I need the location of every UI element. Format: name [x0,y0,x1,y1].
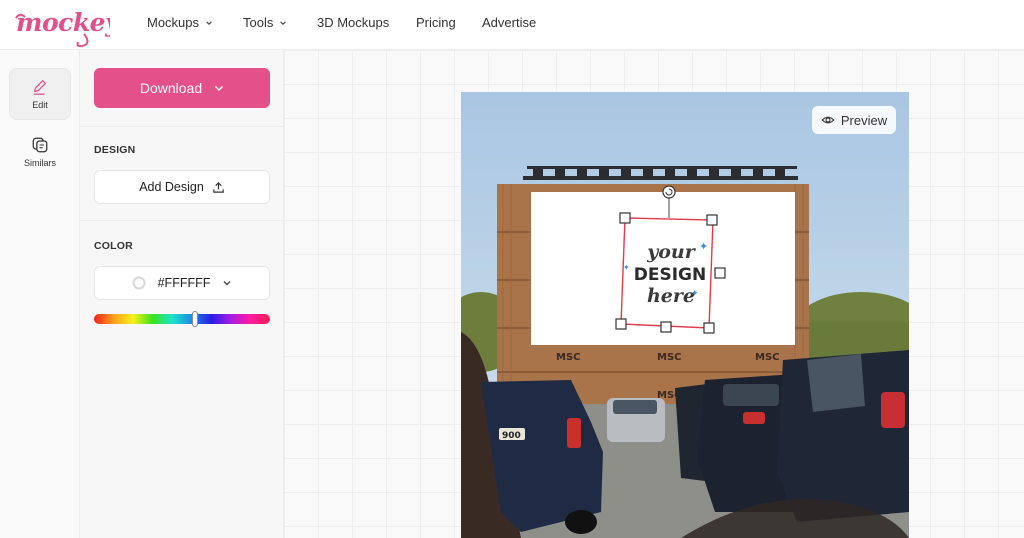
nav-pricing-label: Pricing [416,15,456,30]
color-heading: COLOR [94,240,133,252]
nav-3d-mockups[interactable]: 3D Mockups [317,15,389,30]
logo-wordmark: mockey [16,8,110,37]
preview-label: Preview [840,112,888,128]
container-logo: MSC [755,352,780,363]
design-line-3: here [647,285,695,307]
add-design-label: Add Design [139,180,204,194]
add-design-button[interactable]: Add Design [94,170,270,204]
color-select[interactable]: #FFFFFF [94,266,270,300]
mockup-canvas: MSC MSC MSC MSC your DESIGN here ✦ ✦ ✦ 9… [284,50,1024,538]
nav-tools[interactable]: Tools [243,15,287,30]
chevron-down-icon [215,85,224,92]
container-logo: MSC [556,352,581,363]
nav-mockups-label: Mockups [147,15,200,30]
nav-tools-label: Tools [243,15,274,30]
nav-advertise[interactable]: Advertise [482,15,536,30]
resize-handle-icon [619,212,631,224]
tool-rail: Edit Similars [0,50,80,538]
nav-3d-mockups-label: 3D Mockups [317,15,390,30]
divider [80,126,284,127]
drive-in-billboard-scene: MSC MSC MSC MSC your DESIGN here ✦ ✦ ✦ 9… [461,92,909,538]
rail-edit-button[interactable]: Edit [9,68,71,120]
container-logo: MSC [657,352,682,363]
resize-handle-icon [706,214,718,226]
top-navbar: mockey Mockups Tools 3D Mockups Pricing … [0,0,1024,50]
hue-slider[interactable] [94,314,270,324]
sparkle-icon: ✦ [691,288,699,298]
design-line-2: DESIGN [634,265,706,285]
download-label: Download [139,80,203,96]
hue-slider-handle[interactable] [192,311,198,327]
chevron-down-icon [206,20,212,25]
nav-mockups[interactable]: Mockups [147,15,213,30]
preview-button[interactable]: Preview [812,106,896,134]
resize-handle-icon [703,322,715,334]
sparkle-icon: ✦ [623,263,630,272]
chevron-down-icon [280,20,287,25]
rotate-handle-icon [662,185,676,199]
rail-edit-label: Edit [32,100,48,110]
chevron-down-icon [223,281,231,286]
resize-handle-icon [660,321,672,333]
resize-handle-icon [714,267,726,279]
sparkle-icon: ✦ [699,241,708,253]
upload-icon [213,181,224,193]
edit-panel: Download DESIGN Add Design COLOR #FFFFFF [80,50,284,538]
color-swatch-icon [132,276,146,290]
resize-handle-icon [615,318,627,330]
mockey-logo[interactable]: mockey [14,4,110,48]
eye-icon [821,116,835,124]
design-heading: DESIGN [94,144,136,156]
license-plate-text: 900 [502,431,521,441]
layers-icon [32,137,48,153]
color-value: #FFFFFF [157,276,211,290]
rail-similars-label: Similars [23,158,56,168]
nav-pricing[interactable]: Pricing [416,15,456,30]
pencil-icon [33,80,47,95]
mockup-photo: MSC MSC MSC MSC your DESIGN here ✦ ✦ ✦ 9… [461,92,909,538]
rail-similars-button[interactable]: Similars [9,126,71,178]
design-line-1: your [646,241,697,263]
divider [80,220,284,221]
nav-advertise-label: Advertise [482,15,537,30]
download-button[interactable]: Download [94,68,270,108]
